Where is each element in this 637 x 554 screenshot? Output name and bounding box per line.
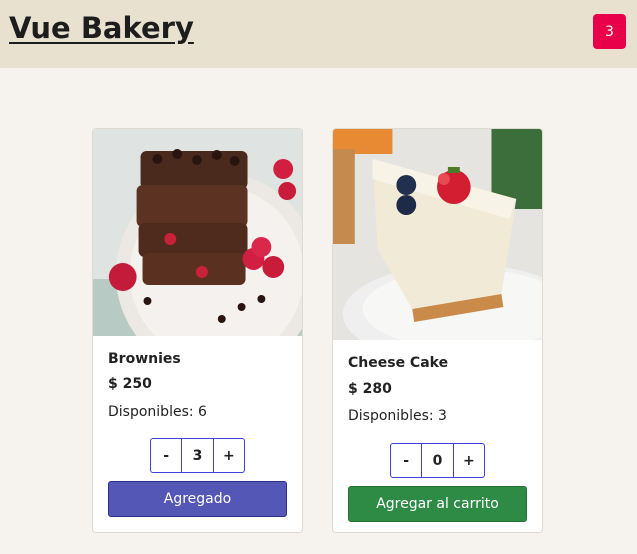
added-to-cart-button[interactable]: Agregado (108, 481, 287, 517)
product-name: Brownies (108, 351, 181, 367)
cheese-cake-image (333, 129, 542, 340)
product-name: Cheese Cake (348, 355, 449, 371)
app-header: Vue Bakery 3 (0, 0, 637, 68)
quantity-value: 0 (421, 444, 454, 477)
cart-count-badge[interactable]: 3 (593, 14, 626, 49)
product-stock: Disponibles: 3 (348, 408, 447, 424)
increment-button[interactable]: + (214, 439, 244, 472)
quantity-stepper: - 0 + (390, 443, 485, 478)
product-stock: Disponibles: 6 (108, 404, 207, 420)
increment-button[interactable]: + (454, 444, 484, 477)
product-price: $ 250 (108, 376, 152, 392)
product-card-cheese-cake: Cheese Cake $ 280 Disponibles: 3 - 0 + A… (332, 128, 543, 533)
decrement-button[interactable]: - (391, 444, 421, 477)
quantity-value: 3 (181, 439, 214, 472)
quantity-stepper: - 3 + (150, 438, 245, 473)
decrement-button[interactable]: - (151, 439, 181, 472)
product-price: $ 280 (348, 381, 392, 397)
add-to-cart-button[interactable]: Agregar al carrito (348, 486, 527, 522)
brand-link[interactable]: Vue Bakery (9, 11, 194, 45)
product-card-brownies: Brownies $ 250 Disponibles: 6 - 3 + Agre… (92, 128, 303, 533)
brownies-image (93, 129, 302, 336)
